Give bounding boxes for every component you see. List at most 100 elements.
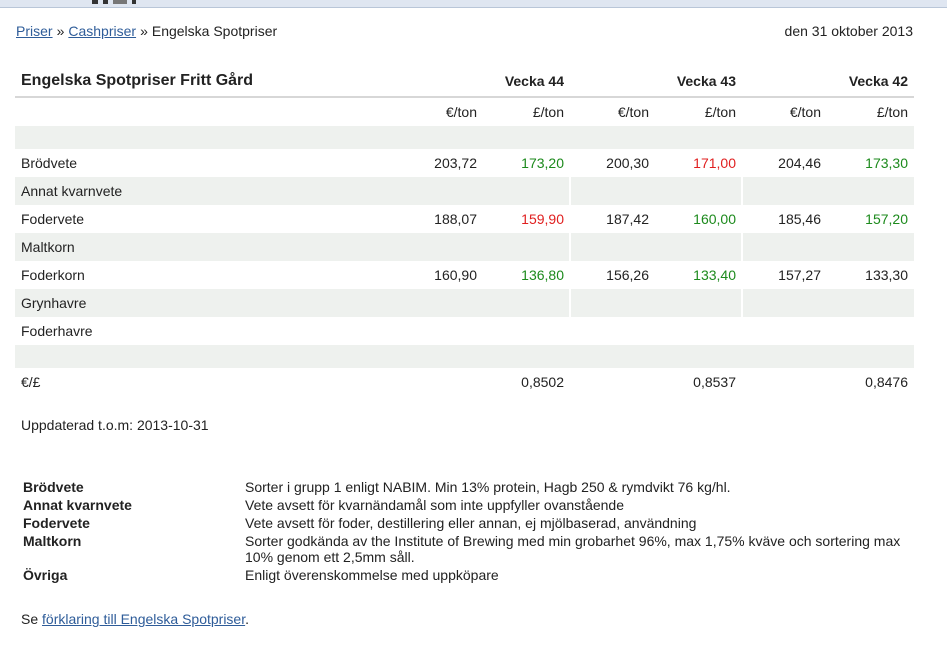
units-row: €/ton £/ton €/ton £/ton €/ton £/ton <box>15 96 914 126</box>
definition-row: Brödvete Sorter i grupp 1 enligt NABIM. M… <box>21 478 911 496</box>
product-name: Brödvete <box>21 155 78 171</box>
week-header: Vecka 44 <box>504 73 564 89</box>
definition-row: Annat kvarnvete Vete avsett för kvarnända… <box>21 496 911 514</box>
product-name: Annat kvarnvete <box>15 177 371 205</box>
unit-header: £/ton <box>827 96 914 126</box>
breadcrumb-current: Engelska Spotpriser <box>151 23 278 39</box>
exchange-rate-value: 0,8476 <box>865 374 908 390</box>
price-cell <box>741 233 827 261</box>
price-cell <box>371 177 483 205</box>
exchange-rate-label: €/£ <box>21 374 41 390</box>
price-cell <box>827 289 914 317</box>
toolbar-fragment <box>92 0 98 4</box>
price-cell: 160,00 <box>693 211 736 227</box>
price-cell <box>483 289 570 317</box>
table-header-row: Engelska Spotpriser Fritt Gård Vecka 44 … <box>15 66 914 97</box>
page-date: den 31 oktober 2013 <box>784 23 913 39</box>
definition-row: Övriga Enligt överenskommelse med uppköpa… <box>21 566 911 584</box>
see-also-suffix: . <box>245 611 250 627</box>
breadcrumb: Priser» Cashpriser» Engelska Spotpriser <box>16 23 277 39</box>
price-cell: 159,90 <box>521 211 564 227</box>
price-cell: 187,42 <box>606 211 649 227</box>
unit-header: €/ton <box>570 96 655 126</box>
price-cell <box>371 289 483 317</box>
table-row: Maltkorn <box>15 233 914 261</box>
price-cell: 157,20 <box>865 211 908 227</box>
definition-desc: Sorter i grupp 1 enligt NABIM. Min 13% p… <box>245 479 731 495</box>
table-row: Fodervete 188,07 159,90 187,42 160,00 185,46 1… <box>15 205 914 233</box>
table-row: Grynhavre <box>15 289 914 317</box>
updated-text: Uppdaterad t.o.m: 2013-10-31 <box>21 417 209 433</box>
price-cell <box>655 233 742 261</box>
unit-header: £/ton <box>483 96 570 126</box>
toolbar-fragment <box>113 0 127 4</box>
price-cell: 136,80 <box>521 267 564 283</box>
explanation-link[interactable]: förklaring till Engelska Spotpriser <box>42 611 245 627</box>
price-cell <box>569 289 655 317</box>
see-also-prefix: Se <box>21 611 43 627</box>
product-name: Foderhavre <box>21 323 93 339</box>
price-cell <box>569 177 655 205</box>
definition-term: Annat kvarnvete <box>23 497 132 513</box>
table-row: Brödvete 203,72 173,20 200,30 171,00 204,46 17… <box>15 149 914 177</box>
product-name: Fodervete <box>21 211 85 227</box>
price-cell: 133,30 <box>865 267 908 283</box>
week-header: Vecka 43 <box>676 73 736 89</box>
price-cell <box>741 177 827 205</box>
toolbar-fragment <box>103 0 108 4</box>
price-cell <box>569 233 655 261</box>
exchange-rate-value: 0,8502 <box>521 374 564 390</box>
toolbar-fragment <box>132 0 136 4</box>
breadcrumb-separator: » <box>56 23 65 39</box>
definition-row: Fodervete Vete avsett för foder, destille… <box>21 514 911 532</box>
exchange-rate-row: €/£ 0,8502 0,8537 0,8476 <box>15 368 914 396</box>
unit-header: £/ton <box>655 96 742 126</box>
price-cell <box>483 177 570 205</box>
week-header: Vecka 42 <box>848 73 908 89</box>
definition-term: Brödvete <box>23 479 84 495</box>
unit-header: €/ton <box>371 96 483 126</box>
price-cell <box>371 317 483 345</box>
price-cell: 204,46 <box>778 155 821 171</box>
price-cell <box>570 317 655 345</box>
unit-header: €/ton <box>742 96 827 126</box>
price-cell: 156,26 <box>606 267 649 283</box>
spacer-row <box>15 126 914 149</box>
price-cell <box>827 233 914 261</box>
price-cell <box>483 233 570 261</box>
price-cell: 200,30 <box>606 155 649 171</box>
definition-row: Maltkorn Sorter godkända av the Institute… <box>21 532 911 566</box>
price-cell: 133,40 <box>693 267 736 283</box>
definition-term: Maltkorn <box>23 533 82 549</box>
price-cell: 157,27 <box>778 267 821 283</box>
price-cell <box>827 177 914 205</box>
price-cell: 203,72 <box>434 155 477 171</box>
breadcrumb-link-priser[interactable]: Priser <box>16 23 53 39</box>
exchange-rate-value: 0,8537 <box>693 374 736 390</box>
spacer-row <box>15 345 914 368</box>
product-name: Grynhavre <box>15 289 371 317</box>
price-cell: 160,90 <box>434 267 477 283</box>
definition-desc: Sorter godkända av the Institute of Brew… <box>245 533 901 565</box>
product-name: Foderkorn <box>21 267 85 283</box>
see-also: Se förklaring till Engelska Spotpriser. <box>21 611 249 627</box>
price-cell <box>741 289 827 317</box>
breadcrumb-link-cashpriser[interactable]: Cashpriser <box>68 23 136 39</box>
price-cell: 173,30 <box>865 155 908 171</box>
price-cell <box>742 317 827 345</box>
price-cell: 171,00 <box>693 155 736 171</box>
definition-term: Fodervete <box>23 515 90 531</box>
definition-term: Övriga <box>23 567 68 583</box>
price-cell <box>483 317 570 345</box>
price-cell <box>655 177 742 205</box>
definition-desc: Vete avsett för kvarnändamål som inte up… <box>245 497 624 513</box>
price-cell <box>371 233 483 261</box>
price-cell <box>655 317 742 345</box>
table-row: Foderhavre <box>15 317 914 345</box>
browser-top-strip <box>0 0 947 8</box>
table-row: Annat kvarnvete <box>15 177 914 205</box>
price-cell: 173,20 <box>521 155 564 171</box>
price-cell <box>655 289 742 317</box>
table-title: Engelska Spotpriser Fritt Gård <box>21 72 254 89</box>
price-cell: 188,07 <box>434 211 477 227</box>
